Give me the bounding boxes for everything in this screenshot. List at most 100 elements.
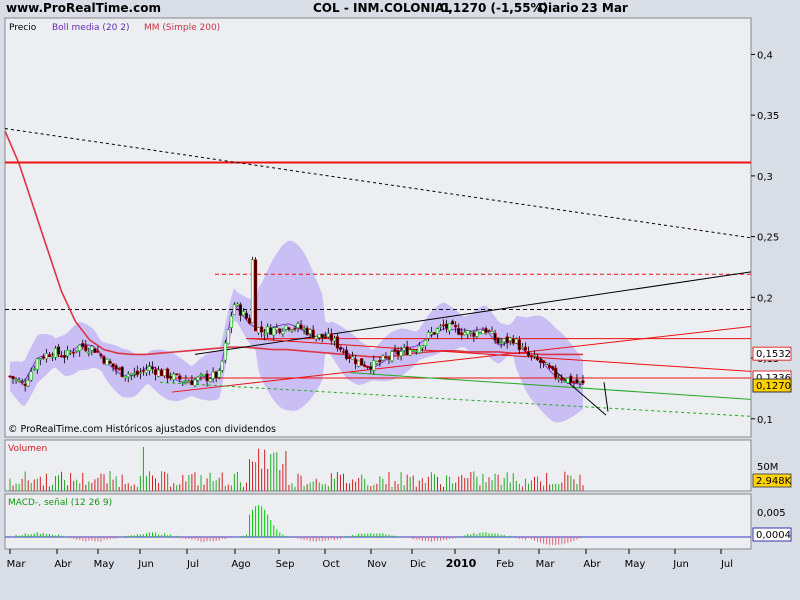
- candle-body: [117, 368, 121, 370]
- candle-body: [266, 326, 270, 334]
- candle-body: [114, 365, 118, 370]
- candle-body: [332, 337, 336, 342]
- candle-body: [438, 325, 443, 328]
- candle-body: [390, 351, 394, 362]
- candle-body: [357, 360, 361, 367]
- x-tick-label: Jul: [186, 559, 199, 570]
- candle-body: [523, 346, 527, 351]
- candle-body: [81, 343, 85, 348]
- candle-body: [26, 380, 30, 387]
- candle-body: [560, 377, 564, 381]
- candle-body: [460, 332, 464, 336]
- volume-tick-label: 50M: [757, 462, 778, 473]
- x-tick-label: Jun: [672, 559, 689, 570]
- candle-body: [296, 323, 300, 328]
- chart-window: www.ProRealTime.com COL - INM.COLONIAL 0…: [0, 0, 800, 600]
- candle-body: [423, 340, 427, 347]
- candle-body: [350, 356, 355, 360]
- x-tick-label: Oct: [322, 559, 339, 570]
- candle-body: [138, 372, 142, 374]
- candle-body: [111, 363, 115, 368]
- candle-body: [444, 323, 449, 329]
- candle-body: [484, 328, 488, 333]
- candle-body: [287, 327, 291, 330]
- candle-body: [172, 373, 176, 381]
- candle-body: [211, 371, 215, 379]
- candle-body: [354, 358, 358, 365]
- candle-body: [511, 338, 515, 344]
- candle-body: [517, 339, 521, 350]
- candle-body: [347, 356, 352, 359]
- candle-body: [532, 355, 537, 357]
- candle-body: [50, 356, 55, 358]
- candle-body: [178, 375, 182, 380]
- candle-body: [226, 329, 230, 344]
- candle-body: [535, 356, 540, 361]
- candle-body: [135, 370, 139, 375]
- candle-body: [514, 338, 518, 344]
- candle-body: [326, 333, 330, 338]
- candle-body: [487, 330, 491, 332]
- candle-body: [190, 380, 194, 385]
- candle-body: [432, 332, 437, 335]
- candle-body: [408, 349, 412, 356]
- candle-body: [150, 366, 155, 370]
- candle-body: [199, 374, 203, 377]
- candle-body: [260, 326, 264, 333]
- candle-body: [123, 375, 127, 379]
- candle-body: [520, 346, 524, 349]
- legend-boll: Boll media (20 2): [52, 23, 130, 33]
- candle-body: [75, 350, 79, 352]
- candle-body: [469, 331, 473, 334]
- candle-body: [220, 360, 224, 371]
- candle-body: [263, 333, 267, 336]
- macd-value: 0,0004: [756, 530, 791, 541]
- candle-body: [293, 327, 297, 330]
- candle-body: [126, 374, 130, 378]
- y-tick-label: 0,35: [757, 111, 779, 122]
- candle-body: [281, 331, 285, 335]
- candle-body: [238, 304, 243, 316]
- candle-body: [496, 337, 500, 344]
- candle-body: [41, 356, 45, 359]
- candle-body: [184, 380, 188, 382]
- legend-precio: Precio: [9, 23, 37, 33]
- candle-body: [363, 364, 367, 367]
- candle-body: [529, 355, 534, 357]
- candle-body: [35, 358, 39, 370]
- x-tick-label: Mar: [536, 559, 556, 570]
- candle-body: [448, 323, 452, 332]
- chart-svg[interactable]: 0,40,350,30,250,20,150,10,15320,13360,12…: [0, 0, 800, 600]
- candle-body: [323, 336, 327, 339]
- volume-panel: [4, 439, 752, 492]
- candle-body: [163, 369, 167, 377]
- candle-body: [566, 378, 570, 384]
- candle-body: [284, 325, 288, 330]
- x-tick-label: 2010: [446, 557, 477, 570]
- candle-body: [99, 354, 103, 357]
- candle-body: [8, 375, 12, 378]
- candle-body: [253, 259, 258, 332]
- x-tick-label: Nov: [367, 559, 387, 570]
- candle-body: [526, 351, 531, 356]
- candle-body: [541, 360, 546, 364]
- candle-body: [290, 329, 294, 331]
- candle-body: [202, 374, 206, 377]
- y-tick-label: 0,2: [757, 293, 773, 304]
- candle-body: [399, 351, 403, 357]
- candle-body: [250, 259, 255, 323]
- candle-body: [481, 330, 485, 335]
- x-tick-label: Dic: [410, 559, 426, 570]
- candle-body: [275, 327, 279, 330]
- x-tick-label: Ago: [231, 559, 250, 570]
- candle-body: [475, 330, 479, 337]
- candle-body: [451, 320, 455, 325]
- candle-body: [23, 383, 27, 386]
- candle-body: [569, 375, 573, 384]
- candle-body: [411, 349, 415, 352]
- candle-body: [269, 327, 273, 335]
- candle-body: [366, 366, 370, 368]
- candle-body: [417, 345, 421, 354]
- candle-body: [247, 317, 252, 324]
- candle-body: [159, 369, 164, 377]
